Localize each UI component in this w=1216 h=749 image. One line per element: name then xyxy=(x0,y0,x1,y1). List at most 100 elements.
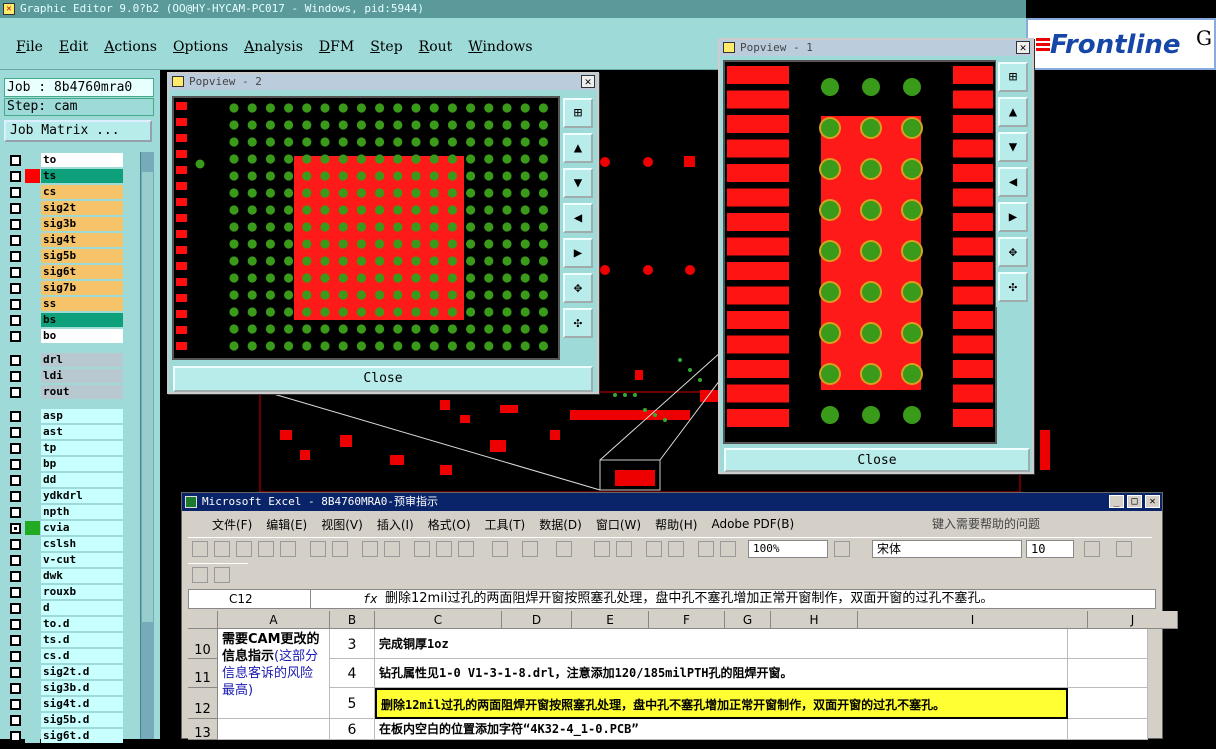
excel-window[interactable]: Microsoft Excel - 8B4760MRA0-预审指示 _ □ ✕ … xyxy=(181,492,1178,741)
menu-actions[interactable]: Actions xyxy=(96,36,165,58)
layer-name[interactable]: bs xyxy=(41,313,123,327)
layer-row-ydkdrl[interactable]: ydkdrl xyxy=(6,488,126,504)
zoom-out-icon[interactable]: ✥ xyxy=(998,237,1028,267)
layer-color-swatch[interactable] xyxy=(25,457,40,471)
layer-name[interactable]: cs xyxy=(41,185,123,199)
layer-name[interactable]: ss xyxy=(41,297,123,311)
layer-checkbox[interactable] xyxy=(10,443,21,454)
layer-checkbox[interactable] xyxy=(10,539,21,550)
new-icon[interactable] xyxy=(192,541,208,557)
layer-name[interactable]: sig5b xyxy=(41,249,123,263)
pan-right-icon[interactable]: ▶ xyxy=(998,202,1028,232)
layer-color-swatch[interactable] xyxy=(25,665,40,679)
excel-minimize-icon[interactable]: _ xyxy=(1109,495,1124,508)
select-all-corner[interactable] xyxy=(188,611,218,629)
layer-checkbox[interactable] xyxy=(10,523,21,534)
layer-row-dd[interactable]: dd xyxy=(6,472,126,488)
paste-icon[interactable] xyxy=(458,541,474,557)
layer-name[interactable]: sig4t xyxy=(41,233,123,247)
layer-checkbox[interactable] xyxy=(10,355,21,366)
zoom-out-icon[interactable]: ✥ xyxy=(563,273,593,303)
pdf-convert-icon[interactable] xyxy=(192,567,208,583)
cell-b10[interactable]: 3 xyxy=(330,629,375,659)
layer-name[interactable]: sig3b.d xyxy=(41,681,123,695)
column-header-g[interactable]: G xyxy=(725,611,771,629)
layer-row-to[interactable]: to xyxy=(6,152,126,168)
layer-color-swatch[interactable] xyxy=(25,697,40,711)
layer-color-swatch[interactable] xyxy=(25,329,40,343)
layer-color-swatch[interactable] xyxy=(25,441,40,455)
layer-color-swatch[interactable] xyxy=(25,153,40,167)
menu-dfm[interactable]: DFM xyxy=(311,36,362,58)
layer-checkbox[interactable] xyxy=(10,315,21,326)
excel-menu-item[interactable]: 数据(D) xyxy=(532,516,589,533)
layer-color-swatch[interactable] xyxy=(25,217,40,231)
layer-name[interactable]: asp xyxy=(41,409,123,423)
popview-1-title-bar[interactable]: Popview - 1 ✕ xyxy=(720,40,1032,56)
hyperlink-icon[interactable] xyxy=(594,541,610,557)
excel-menu-item[interactable]: 格式(O) xyxy=(421,516,478,533)
format-painter-icon[interactable] xyxy=(492,541,508,557)
column-header-i[interactable]: I xyxy=(858,611,1088,629)
pan-left-icon[interactable]: ◀ xyxy=(998,167,1028,197)
layer-name[interactable]: dwk xyxy=(41,569,123,583)
popview-2-close-button[interactable]: Close xyxy=(173,366,593,392)
column-header-h[interactable]: H xyxy=(771,611,858,629)
layer-row-sig6t[interactable]: sig6t xyxy=(6,264,126,280)
layer-row-drl[interactable]: drl xyxy=(6,352,126,368)
spelling-icon[interactable] xyxy=(362,541,378,557)
row-header-10[interactable]: 10 xyxy=(188,629,218,659)
layer-name[interactable]: tp xyxy=(41,441,123,455)
layer-color-swatch[interactable] xyxy=(25,353,40,367)
autosum-icon[interactable] xyxy=(616,541,632,557)
layer-row-to.d[interactable]: to.d xyxy=(6,616,126,632)
cell-j13[interactable] xyxy=(1068,719,1148,740)
sort-desc-icon[interactable] xyxy=(668,541,684,557)
column-header-a[interactable]: A xyxy=(218,611,330,629)
layer-name[interactable]: ts.d xyxy=(41,633,123,647)
cell-b12[interactable]: 5 xyxy=(330,688,375,719)
layer-checkbox[interactable] xyxy=(10,203,21,214)
layer-name[interactable]: to xyxy=(41,153,123,167)
layer-checkbox[interactable] xyxy=(10,387,21,398)
excel-menu-item[interactable]: 工具(T) xyxy=(478,516,533,533)
layer-color-swatch[interactable] xyxy=(25,553,40,567)
layer-row-d[interactable]: d xyxy=(6,600,126,616)
layer-checkbox[interactable] xyxy=(10,331,21,342)
layer-row-cs.d[interactable]: cs.d xyxy=(6,648,126,664)
column-header-f[interactable]: F xyxy=(649,611,725,629)
layer-name[interactable]: npth xyxy=(41,505,123,519)
layer-name[interactable]: dd xyxy=(41,473,123,487)
cell-j11[interactable] xyxy=(1068,659,1148,688)
drawing-icon[interactable] xyxy=(720,541,736,557)
pan-up-icon[interactable]: ▲ xyxy=(998,97,1028,127)
cell-j10[interactable] xyxy=(1068,629,1148,659)
cell-b11[interactable]: 4 xyxy=(330,659,375,688)
layer-row-ts.d[interactable]: ts.d xyxy=(6,632,126,648)
layer-color-swatch[interactable] xyxy=(25,681,40,695)
menu-file[interactable]: File xyxy=(8,36,51,58)
layer-checkbox[interactable] xyxy=(10,635,21,646)
layer-name[interactable]: drl xyxy=(41,353,123,367)
layer-name[interactable]: sig3b xyxy=(41,217,123,231)
layer-color-swatch[interactable] xyxy=(25,369,40,383)
layer-row-bs[interactable]: bs xyxy=(6,312,126,328)
layer-checkbox[interactable] xyxy=(10,491,21,502)
layer-checkbox[interactable] xyxy=(10,187,21,198)
excel-title-bar[interactable]: Microsoft Excel - 8B4760MRA0-预审指示 _ □ ✕ xyxy=(182,493,1162,511)
layer-row-sig4t[interactable]: sig4t xyxy=(6,232,126,248)
layer-checkbox[interactable] xyxy=(10,571,21,582)
layer-row-dwk[interactable]: dwk xyxy=(6,568,126,584)
menu-options[interactable]: Options xyxy=(165,36,236,58)
job-matrix-button[interactable]: Job Matrix ... xyxy=(4,120,152,142)
layer-color-swatch[interactable] xyxy=(25,281,40,295)
fill-color-icon[interactable] xyxy=(1084,541,1100,557)
layer-checkbox[interactable] xyxy=(10,715,21,726)
layer-color-swatch[interactable] xyxy=(25,537,40,551)
app-close-icon[interactable]: ✕ xyxy=(3,3,15,15)
layer-row-cs[interactable]: cs xyxy=(6,184,126,200)
layer-color-swatch[interactable] xyxy=(25,201,40,215)
layer-checkbox[interactable] xyxy=(10,411,21,422)
excel-menu-item[interactable]: 窗口(W) xyxy=(589,516,648,533)
layer-row-v-cut[interactable]: v-cut xyxy=(6,552,126,568)
